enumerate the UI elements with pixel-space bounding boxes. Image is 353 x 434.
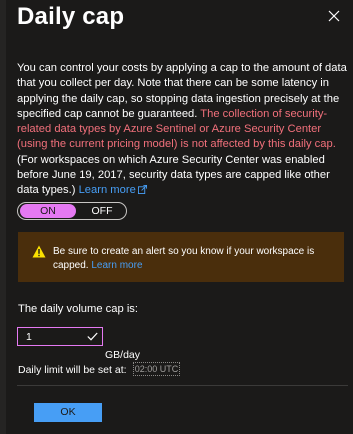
external-link-icon[interactable] bbox=[137, 185, 147, 195]
toggle-off-option[interactable]: OFF bbox=[78, 204, 126, 218]
alert-learn-more-link[interactable]: Learn more bbox=[91, 260, 142, 271]
checkmark-icon bbox=[87, 332, 98, 341]
alert-text: Be sure to create an alert so you know i… bbox=[53, 245, 338, 272]
description-note: (For workspaces on which Azure Security … bbox=[17, 153, 330, 197]
daily-limit-time: 02:00 UTC bbox=[133, 362, 180, 376]
daily-volume-cap-input[interactable]: 1 bbox=[17, 327, 103, 346]
alert-banner: Be sure to create an alert so you know i… bbox=[18, 232, 344, 282]
daily-volume-cap-label: The daily volume cap is: bbox=[18, 303, 139, 315]
warning-icon bbox=[32, 245, 46, 258]
daily-cap-toggle[interactable]: ON OFF bbox=[17, 202, 127, 220]
page-title: Daily cap bbox=[17, 3, 125, 30]
description: You can control your costs by applying a… bbox=[17, 61, 348, 199]
daily-cap-panel: Daily cap You can control your costs by … bbox=[0, 0, 353, 434]
toggle-on-option[interactable]: ON bbox=[20, 204, 76, 218]
cap-unit: GB/day bbox=[105, 349, 141, 361]
close-icon[interactable] bbox=[326, 8, 342, 24]
cap-value[interactable]: 1 bbox=[26, 331, 32, 343]
ok-button[interactable]: OK bbox=[34, 403, 102, 422]
background-strip bbox=[0, 0, 6, 434]
learn-more-link[interactable]: Learn more bbox=[79, 184, 136, 196]
daily-limit-label: Daily limit will be set at: bbox=[18, 364, 127, 376]
divider bbox=[17, 385, 348, 386]
